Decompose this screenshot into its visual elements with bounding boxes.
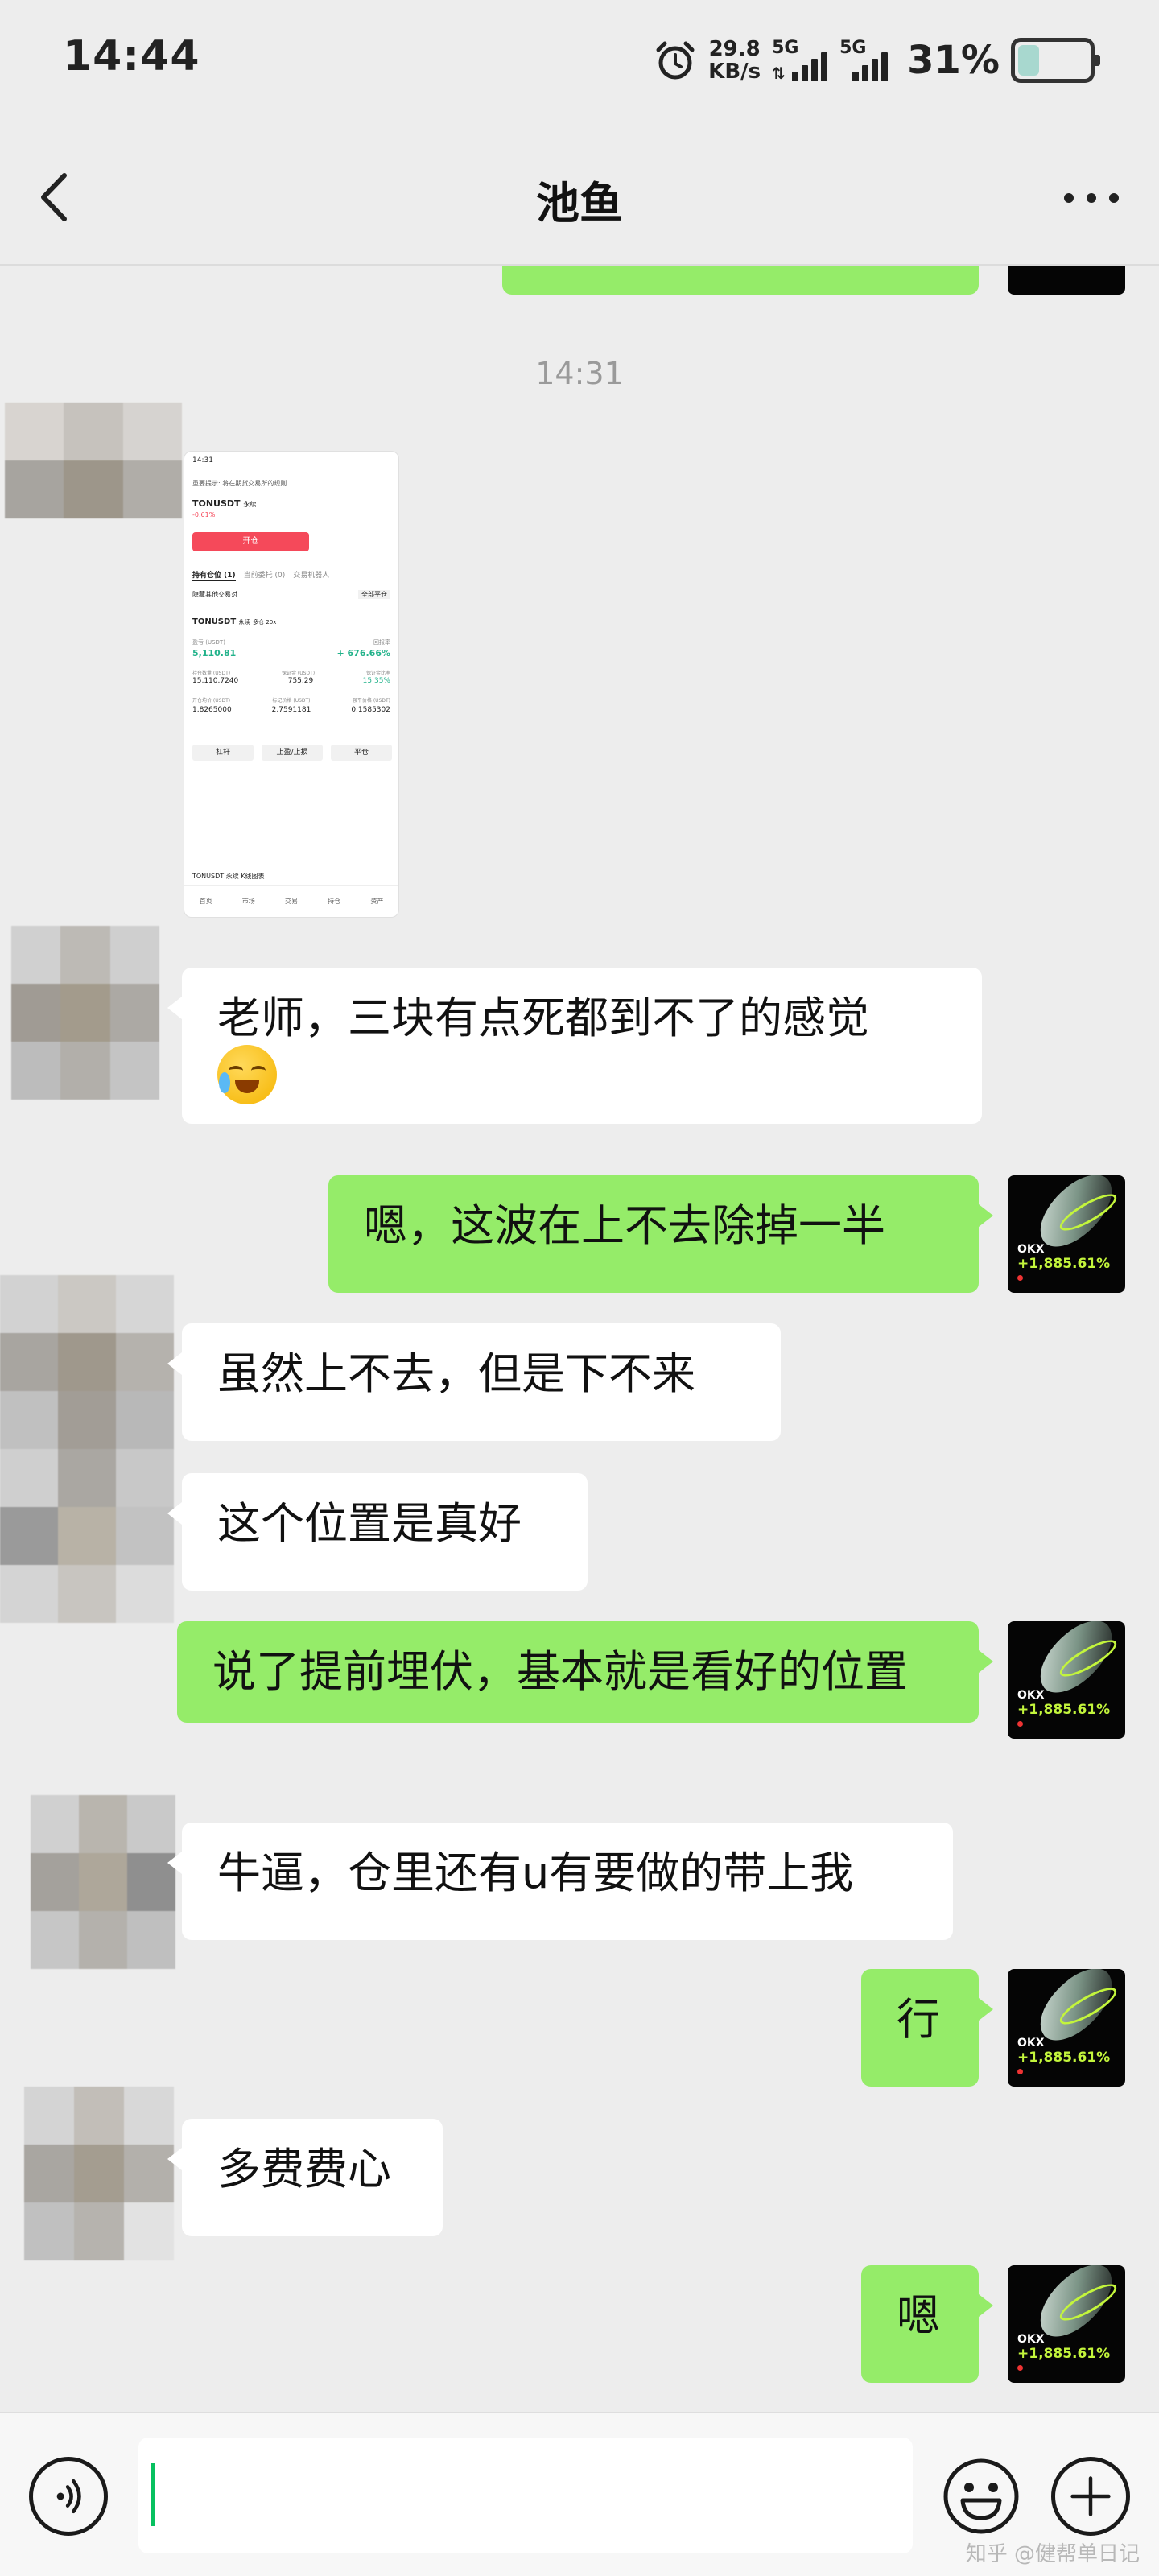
shot-bottom-text: TONUSDT 永续 K线图表 [192,873,265,880]
status-time: 14:44 [63,32,200,80]
message-bubble-received[interactable]: 老师，三块有点死都到不了的感觉 [167,968,982,1124]
message-text: 嗯 [897,2290,940,2341]
laughing-tears-emoji [217,1045,277,1104]
watermark: 知乎 @健帮单日记 [965,2542,1140,2566]
signal-2-label: 5G [839,38,867,58]
message-bubble-sent[interactable]: 行 [861,1969,993,2087]
shot-filter-row: 隐藏其他交易对 全部平仓 [192,590,390,599]
avatar-brand: OKX [1017,1243,1045,1256]
more-icon[interactable] [1064,193,1119,203]
voice-icon[interactable] [29,2457,108,2536]
message-bubble-sent[interactable]: 嗯，这波在上不去除掉一半 [328,1175,993,1293]
message-bubble-received[interactable]: 牛逼，仓里还有u有要做的带上我 [167,1823,953,1940]
alarm-icon [656,41,695,80]
avatar-brand: OKX [1017,1689,1045,1702]
avatar-percent: +1,885.61% [1017,1256,1111,1272]
shot-open-button: 开仓 [192,532,309,551]
network-speed-value: 29.8 [708,37,761,61]
my-avatar[interactable]: OKX +1,885.61% [1008,2265,1125,2383]
message-text: 虽然上不去，但是下不来 [217,1348,695,1399]
network-speed-unit: KB/s [708,60,761,84]
signal-2: 5G [839,38,896,81]
contact-avatar[interactable] [31,1795,175,1969]
contact-avatar[interactable] [24,2087,174,2260]
shot-tabs: 持有仓位 (1) 当前委托 (0) 交易机器人 [192,569,390,581]
contact-avatar[interactable] [11,926,159,1100]
emoji-icon[interactable] [942,2457,1021,2536]
shot-notice: 重要提示: 将在期货交易所的规则... [192,480,293,487]
message-text: 多费费心 [217,2144,391,2194]
my-avatar-partial [1008,266,1125,295]
message-bubble-received[interactable]: 多费费心 [167,2119,443,2236]
battery-percent: 31% [907,38,1000,83]
shot-pnl-row: 5,110.81 + 676.66% [192,648,390,658]
message-bubble-sent[interactable]: 说了提前埋伏，基本就是看好的位置 [177,1621,993,1723]
my-avatar[interactable]: OKX +1,885.61% [1008,1621,1125,1739]
status-bar: 14:44 29.8 KB/s 5G ⇅ 5G 31% [0,0,1159,121]
shot-btn-tpsl: 止盈/止损 [262,745,323,761]
message-text: 行 [897,1994,940,2045]
message-input[interactable] [138,2438,913,2553]
message-bubble-sent[interactable]: 嗯 [861,2265,993,2383]
message-bubble-received[interactable]: 虽然上不去，但是下不来 [167,1323,781,1441]
contact-avatar[interactable] [0,1275,174,1623]
shot-price-change: -0.61% [192,511,216,518]
status-indicators: 29.8 KB/s 5G ⇅ 5G 31% [654,32,1100,89]
shot-btn-leverage: 杠杆 [192,745,254,761]
shared-screenshot-image[interactable]: 14:31 重要提示: 将在期货交易所的规则... TONUSDT 永续 -0.… [184,451,399,918]
my-avatar[interactable]: OKX +1,885.61% [1008,1969,1125,2087]
plus-icon[interactable] [1051,2457,1130,2536]
data-arrows-icon: ⇅ [772,64,786,83]
shot-price-row: 1.8265000 2.7591181 0.1585302 [192,706,390,714]
shot-time: 14:31 [192,456,213,464]
shot-pair: TONUSDT 永续 [192,498,257,509]
chat-header: 池鱼 [0,121,1159,266]
previous-message-partial [502,266,979,295]
avatar-percent: +1,885.61% [1017,2346,1111,2362]
chat-area[interactable]: 14:31 14:31 重要提示: 将在期货交易所的规则... TONUSDT … [0,266,1159,2415]
shot-btn-close: 平仓 [331,745,392,761]
text-caret [151,2463,155,2526]
avatar-brand: OKX [1017,2333,1045,2346]
message-text: 嗯，这波在上不去除掉一半 [364,1200,885,1251]
shot-bottom-nav: 首页 市场 交易 持仓 资产 [184,885,398,917]
battery-icon [1011,38,1100,83]
shot-position-pair: TONUSDT 永续 多仓 20x [192,617,277,626]
message-text: 说了提前埋伏，基本就是看好的位置 [212,1646,908,1697]
message-text: 牛逼，仓里还有u有要做的带上我 [217,1847,854,1898]
message-timestamp: 14:31 [535,356,624,391]
message-text: 这个位置是真好 [217,1498,522,1549]
signal-1-label: 5G [772,38,799,58]
contact-avatar[interactable] [5,402,182,518]
message-text: 老师，三块有点死都到不了的感觉 [217,993,869,1043]
signal-1: 5G ⇅ [772,38,828,83]
avatar-brand: OKX [1017,2037,1045,2050]
my-avatar[interactable]: OKX +1,885.61% [1008,1175,1125,1293]
chat-title: 池鱼 [536,178,623,229]
shot-size-row: 15,110.7240 755.29 15.35% [192,677,390,685]
avatar-percent: +1,885.61% [1017,1702,1111,1718]
network-speed: 29.8 KB/s [708,38,761,83]
avatar-percent: +1,885.61% [1017,2050,1111,2066]
message-bubble-received[interactable]: 这个位置是真好 [167,1473,588,1591]
